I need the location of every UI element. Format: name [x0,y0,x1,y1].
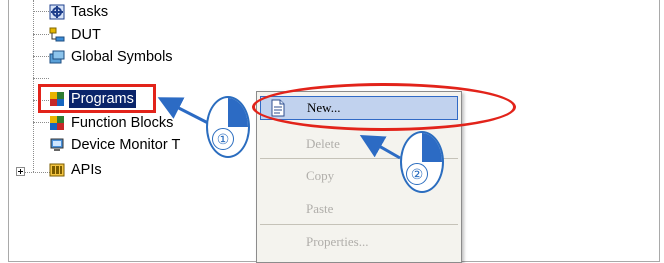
arrow-to-programs [157,97,211,126]
step-1-label: ① [212,128,234,150]
arrow-to-new [359,135,401,160]
step-1-callout: ① [206,96,250,158]
step-2-label: ② [406,163,428,185]
annotation-arrows [157,97,401,160]
step-2-callout: ② [400,131,444,193]
